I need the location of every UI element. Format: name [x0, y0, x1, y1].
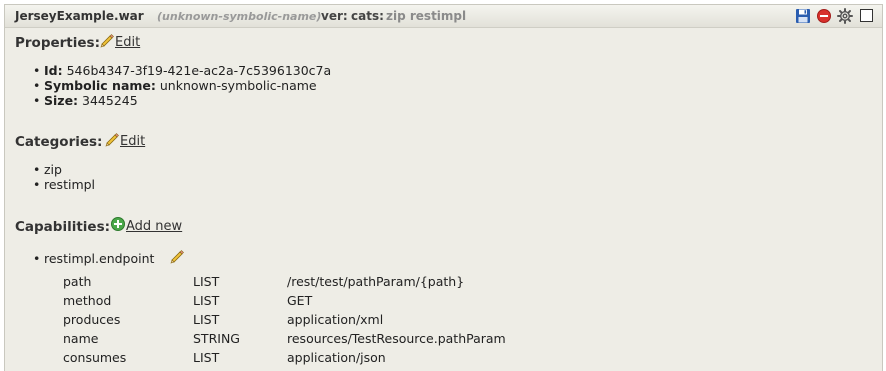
capabilities-add-link[interactable]: Add new	[126, 219, 182, 234]
categories-edit-link[interactable]: Edit	[120, 134, 145, 149]
attribute-value: GET	[287, 293, 313, 308]
property-symbolic-name: Symbolic name: unknown-symbolic-name	[33, 78, 317, 93]
attribute-value: /rest/test/pathParam/{path}	[287, 274, 465, 289]
select-checkbox[interactable]	[859, 8, 875, 24]
pencil-icon[interactable]	[104, 131, 120, 147]
artifact-title-bar: JerseyExample.war (unknown-symbolic-name…	[5, 5, 882, 28]
pencil-icon[interactable]	[169, 248, 185, 264]
attribute-value: application/xml	[287, 312, 384, 327]
capabilities-heading: Capabilities:	[15, 219, 111, 235]
save-icon[interactable]	[795, 8, 811, 24]
attribute-name: method	[63, 293, 112, 308]
artifact-symbolic-name: (unknown-symbolic-name)	[157, 10, 322, 23]
categories-label: cats:	[351, 9, 384, 23]
properties-edit-link[interactable]: Edit	[115, 35, 140, 50]
categories-value: zip restimpl	[386, 9, 467, 23]
attribute-value: application/json	[287, 350, 386, 365]
attribute-name: path	[63, 274, 92, 289]
category-item: restimpl	[33, 177, 95, 192]
categories-heading: Categories:	[15, 134, 103, 150]
properties-heading: Properties:	[15, 35, 100, 51]
attribute-name: consumes	[63, 350, 127, 365]
attribute-type: LIST	[193, 312, 220, 327]
attribute-value: resources/TestResource.pathParam	[287, 331, 506, 346]
capability-name: restimpl.endpoint	[33, 251, 154, 266]
version-label: ver:	[321, 9, 348, 23]
property-size: Size: 3445245	[33, 93, 138, 108]
delete-icon[interactable]	[816, 8, 832, 24]
attribute-type: LIST	[193, 293, 220, 308]
pencil-icon[interactable]	[99, 32, 115, 48]
attribute-type: LIST	[193, 274, 220, 289]
artifact-file-name: JerseyExample.war	[15, 9, 144, 23]
attribute-type: STRING	[193, 331, 240, 346]
settings-icon[interactable]	[837, 8, 853, 24]
attribute-type: LIST	[193, 350, 220, 365]
add-icon[interactable]	[110, 216, 126, 232]
attribute-name: produces	[63, 312, 121, 327]
attribute-name: name	[63, 331, 99, 346]
category-item: zip	[33, 162, 62, 177]
artifact-panel: JerseyExample.war (unknown-symbolic-name…	[4, 4, 883, 371]
property-id: Id: 546b4347-3f19-421e-ac2a-7c5396130c7a	[33, 63, 331, 78]
